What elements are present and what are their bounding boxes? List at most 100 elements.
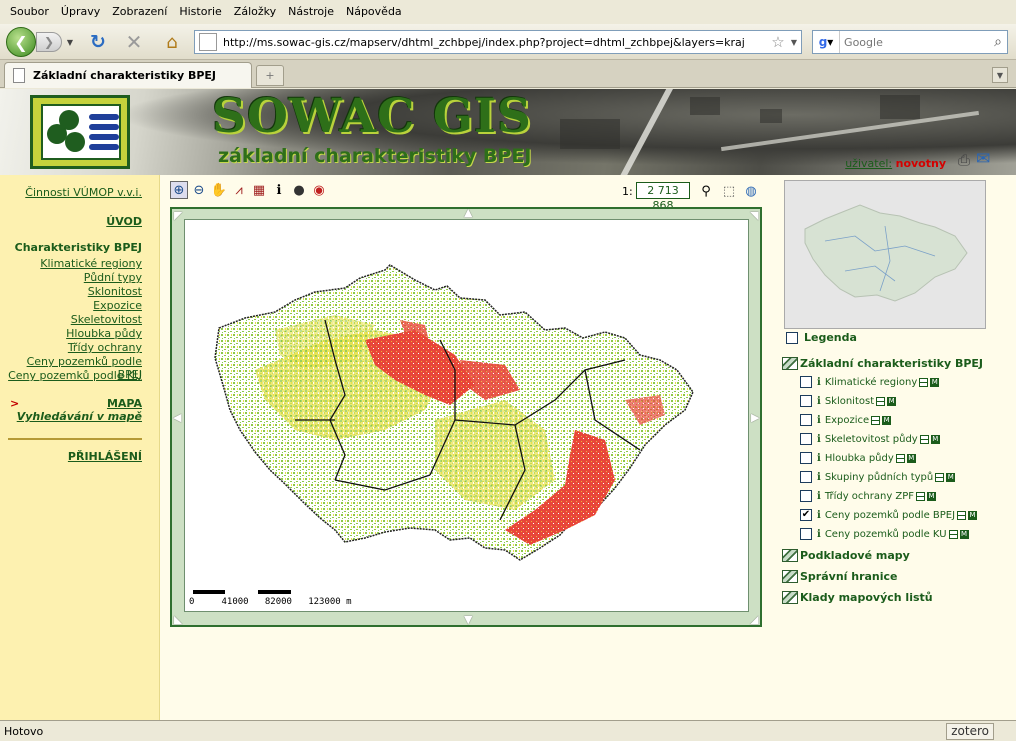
info-icon[interactable]: i bbox=[817, 415, 821, 426]
scale-input[interactable]: 2 713 868 bbox=[636, 182, 690, 212]
menu-link-klimaticke-regiony[interactable]: Klimatické regiony bbox=[40, 257, 159, 270]
search-bar[interactable]: g▾ ⌕ bbox=[812, 30, 1008, 54]
legend-toggle[interactable]: Legenda bbox=[786, 331, 857, 344]
select-rectangle-icon[interactable]: ⬚ bbox=[720, 182, 738, 200]
pan-northeast-arrow[interactable]: ◥ bbox=[750, 209, 758, 222]
metadata-icon[interactable]: M bbox=[927, 491, 937, 501]
search-icon[interactable]: ⌕ bbox=[989, 34, 1007, 50]
metadata-icon[interactable]: M bbox=[930, 377, 940, 387]
info-icon[interactable]: ℹ bbox=[270, 181, 288, 199]
metadata-icon[interactable]: M bbox=[959, 529, 969, 539]
zotero-button[interactable]: zotero bbox=[946, 723, 994, 740]
menu-link-tridy-ochrany[interactable]: Třídy ochrany bbox=[68, 341, 159, 354]
reload-button[interactable]: ↻ bbox=[86, 31, 110, 53]
menu-historie[interactable]: Historie bbox=[173, 0, 227, 24]
layer-group-spravni-hranice[interactable]: Správní hranice bbox=[782, 570, 898, 583]
pan-hand-icon[interactable]: ✋ bbox=[210, 181, 228, 199]
layer-checkbox[interactable] bbox=[800, 471, 812, 483]
map-canvas[interactable]: 0 41000 82000 123000 m bbox=[184, 219, 749, 612]
new-tab-button[interactable]: + bbox=[256, 65, 284, 86]
metadata-icon[interactable]: M bbox=[968, 510, 978, 520]
legend-icon[interactable] bbox=[935, 472, 945, 482]
layer-checkbox[interactable] bbox=[800, 528, 812, 540]
menu-link-sklonitost[interactable]: Sklonitost bbox=[88, 285, 159, 298]
bookmark-star-icon[interactable]: ☆ bbox=[769, 33, 787, 51]
info-icon[interactable]: i bbox=[817, 491, 821, 502]
layer-row-tridy-ochrany-zpf[interactable]: i Třídy ochrany ZPF M bbox=[800, 490, 937, 502]
forward-button[interactable]: ❯ bbox=[36, 32, 62, 52]
layer-row-sklonitost[interactable]: i Sklonitost M bbox=[800, 395, 897, 407]
mail-icon[interactable]: ✉ bbox=[976, 149, 996, 169]
legend-icon[interactable] bbox=[916, 491, 926, 501]
metadata-icon[interactable]: M bbox=[887, 396, 897, 406]
layer-checkbox[interactable] bbox=[800, 452, 812, 464]
print-icon[interactable]: ⎙ bbox=[958, 151, 974, 169]
layer-checkbox[interactable] bbox=[800, 414, 812, 426]
zoom-out-icon[interactable]: ⊖ bbox=[190, 181, 208, 199]
metadata-icon[interactable]: M bbox=[882, 415, 892, 425]
vyhledavani-link[interactable]: Vyhledávání v mapě bbox=[17, 410, 159, 423]
info-icon[interactable]: i bbox=[817, 510, 821, 521]
search-input[interactable] bbox=[840, 35, 990, 49]
layer-row-klimaticke-regiony[interactable]: i Klimatické regiony M bbox=[800, 376, 940, 388]
menu-zalozky[interactable]: Záložky bbox=[228, 0, 282, 24]
select-info-icon[interactable]: ● bbox=[290, 181, 308, 199]
home-button[interactable]: ⌂ bbox=[160, 31, 184, 53]
binoculars-icon[interactable]: ⚲ bbox=[697, 182, 715, 200]
pan-northwest-arrow[interactable]: ◤ bbox=[174, 209, 182, 222]
legend-icon[interactable] bbox=[948, 529, 958, 539]
info-icon[interactable]: i bbox=[817, 396, 821, 407]
url-bar[interactable]: http://ms.sowac-gis.cz/mapserv/dhtml_zch… bbox=[194, 30, 802, 54]
legend-icon[interactable] bbox=[919, 434, 929, 444]
menu-link-hloubka-pudy[interactable]: Hloubka půdy bbox=[66, 327, 159, 340]
layer-group-klady-mapovych-listu[interactable]: Klady mapových listů bbox=[782, 591, 933, 604]
layer-row-skeletovitost[interactable]: i Skeletovitost půdy M bbox=[800, 433, 940, 445]
pan-southeast-arrow[interactable]: ◢ bbox=[750, 613, 758, 626]
info-icon[interactable]: i bbox=[817, 453, 821, 464]
legend-icon[interactable] bbox=[957, 510, 967, 520]
tab-list-button[interactable]: ▼ bbox=[992, 67, 1008, 83]
layer-checkbox[interactable] bbox=[800, 433, 812, 445]
area-measure-icon[interactable]: ▦ bbox=[250, 181, 268, 199]
menu-link-expozice[interactable]: Expozice bbox=[93, 299, 159, 312]
url-input[interactable]: http://ms.sowac-gis.cz/mapserv/dhtml_zch… bbox=[223, 36, 769, 49]
layer-group-podkladove-mapy[interactable]: Podkladové mapy bbox=[782, 549, 910, 562]
google-engine-icon[interactable]: g ▾ bbox=[813, 31, 841, 53]
legend-icon[interactable] bbox=[871, 415, 881, 425]
back-button[interactable]: ❮ bbox=[6, 27, 36, 57]
layer-checkbox[interactable] bbox=[800, 395, 812, 407]
pan-south-arrow[interactable]: ▼ bbox=[464, 613, 472, 626]
pan-west-arrow[interactable]: ◀ bbox=[173, 411, 181, 424]
info-icon[interactable]: i bbox=[817, 529, 821, 540]
globe-icon[interactable]: ◍ bbox=[742, 182, 760, 200]
legend-checkbox[interactable] bbox=[786, 331, 798, 344]
menu-napoveda[interactable]: Nápověda bbox=[340, 0, 408, 24]
info-icon[interactable]: i bbox=[817, 472, 821, 483]
history-dropdown-button[interactable]: ▼ bbox=[65, 35, 75, 49]
menu-link-pudni-typy[interactable]: Půdní typy bbox=[84, 271, 159, 284]
metadata-icon[interactable]: M bbox=[946, 472, 956, 482]
layer-row-hloubka-pudy[interactable]: i Hloubka půdy M bbox=[800, 452, 916, 464]
user-label-link[interactable]: uživatel: bbox=[845, 157, 892, 170]
vumop-logo[interactable] bbox=[30, 95, 130, 169]
layer-checkbox-checked[interactable]: ✔ bbox=[800, 509, 812, 521]
layer-checkbox[interactable] bbox=[800, 490, 812, 502]
mapa-link[interactable]: MAPA bbox=[107, 397, 159, 410]
zoom-in-icon[interactable]: ⊕ bbox=[170, 181, 188, 199]
layer-row-skupiny-pudnich-typu[interactable]: i Skupiny půdních typů M bbox=[800, 471, 956, 483]
menu-link-ceny-ku[interactable]: Ceny pozemků podle KU bbox=[8, 369, 159, 382]
stop-button[interactable]: ✕ bbox=[122, 30, 146, 54]
legend-icon[interactable] bbox=[876, 396, 886, 406]
legend-icon[interactable] bbox=[919, 377, 929, 387]
menu-upravy[interactable]: Úpravy bbox=[55, 0, 106, 24]
uvod-link[interactable]: ÚVOD bbox=[106, 215, 159, 228]
info-icon[interactable]: i bbox=[817, 434, 821, 445]
menu-link-skeletovitost[interactable]: Skeletovitost bbox=[71, 313, 159, 326]
layer-row-ceny-ku[interactable]: i Ceny pozemků podle KU M bbox=[800, 528, 969, 540]
pan-north-arrow[interactable]: ▲ bbox=[464, 206, 472, 219]
layer-row-expozice[interactable]: i Expozice M bbox=[800, 414, 892, 426]
overview-map[interactable] bbox=[784, 180, 986, 329]
measure-icon[interactable]: ⩘ bbox=[230, 181, 248, 199]
layer-checkbox[interactable] bbox=[800, 376, 812, 388]
menu-nastroje[interactable]: Nástroje bbox=[282, 0, 340, 24]
